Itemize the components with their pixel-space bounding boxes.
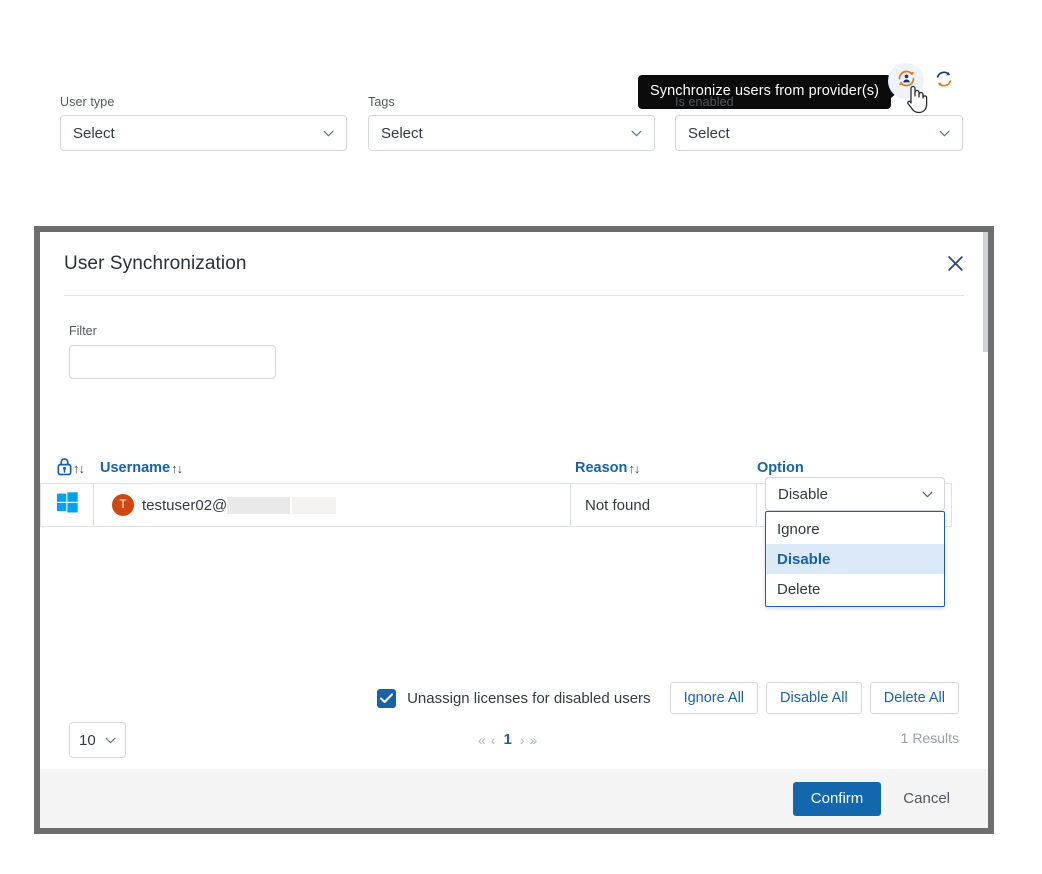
page-size-value: 10 — [79, 732, 96, 749]
column-header-username-label: Username — [100, 460, 170, 476]
refresh-icon — [934, 69, 954, 94]
filter-tags-label: Tags — [368, 95, 655, 109]
confirm-button[interactable]: Confirm — [793, 782, 882, 816]
option-select[interactable]: Disable — [765, 477, 945, 511]
check-icon — [380, 693, 393, 704]
close-icon[interactable] — [942, 250, 968, 276]
windows-logo-icon — [57, 492, 78, 518]
filter-user-type: User type Select — [60, 95, 347, 151]
dialog-filter-input[interactable] — [69, 345, 276, 379]
chevron-down-icon — [939, 130, 950, 137]
sort-arrows-provider[interactable]: ↑↓ — [73, 461, 84, 476]
page-root: Synchronize users from provider(s) — [0, 0, 1042, 874]
option-item-ignore[interactable]: Ignore — [766, 514, 944, 544]
dialog-footer: Confirm Cancel — [40, 769, 988, 828]
chevron-down-icon — [922, 491, 933, 498]
chevron-down-icon — [631, 130, 642, 137]
dialog-filter-field: Filter — [69, 324, 276, 379]
identity-provider-icon — [56, 457, 73, 480]
column-header-option: Option — [757, 460, 952, 476]
option-dropdown-menu: Ignore Disable Delete — [765, 511, 945, 607]
sort-arrows-username[interactable]: ↑↓ — [171, 461, 182, 476]
column-header-reason[interactable]: Reason ↑↓ — [575, 460, 757, 476]
redacted-domain-tail — [292, 497, 336, 514]
option-select-wrapper: Disable Ignore Disable Delete — [765, 477, 945, 511]
sync-users-table: ↑↓ Username ↑↓ Reason ↑↓ Option — [40, 453, 952, 527]
row-username-text: testuser02@ — [142, 497, 227, 514]
filter-is-enabled: Is enabled Select — [675, 95, 963, 151]
pager-last[interactable]: » — [529, 732, 537, 748]
dialog-filter-label: Filter — [69, 324, 276, 338]
filter-tags-value: Select — [381, 125, 423, 142]
dialog-scrollbar-thumb[interactable] — [983, 232, 988, 352]
filter-is-enabled-select[interactable]: Select — [675, 115, 963, 151]
pager-page-1[interactable]: 1 — [500, 731, 514, 748]
dialog-scrollbar[interactable] — [983, 232, 988, 828]
row-reason-cell: Not found — [570, 484, 756, 526]
filter-is-enabled-value: Select — [688, 125, 730, 142]
option-select-value: Disable — [778, 486, 828, 503]
dialog-body: Filter — [40, 296, 988, 782]
dialog-surface: User Synchronization Filter — [40, 232, 988, 828]
filter-is-enabled-label: Is enabled — [675, 95, 963, 109]
row-option-cell: Disable Ignore Disable Delete — [756, 484, 951, 526]
redacted-domain — [227, 497, 290, 514]
pagination: « ‹ 1 › » — [478, 731, 537, 748]
filter-user-type-value: Select — [73, 125, 115, 142]
top-toolbar: Synchronize users from provider(s) — [0, 32, 1042, 76]
chevron-down-icon — [105, 737, 116, 744]
page-size-select[interactable]: 10 — [69, 722, 126, 758]
chevron-down-icon — [323, 130, 334, 137]
table-row: T testuser02@ Not found Disable — [40, 483, 952, 527]
unassign-licenses-checkbox[interactable] — [377, 689, 396, 708]
cancel-button[interactable]: Cancel — [889, 782, 964, 816]
pager-next[interactable]: › — [520, 732, 525, 748]
option-item-disable[interactable]: Disable — [766, 544, 944, 574]
column-header-provider[interactable]: ↑↓ — [40, 457, 98, 480]
row-username-cell: T testuser02@ — [94, 484, 570, 526]
sort-arrows-reason[interactable]: ↑↓ — [628, 461, 639, 476]
pager-first[interactable]: « — [478, 732, 486, 748]
column-header-username[interactable]: Username ↑↓ — [98, 460, 575, 476]
unassign-licenses-label: Unassign licenses for disabled users — [407, 690, 650, 707]
avatar: T — [112, 494, 134, 516]
delete-all-button[interactable]: Delete All — [870, 682, 959, 714]
row-provider-cell — [41, 484, 94, 526]
filter-user-type-label: User type — [60, 95, 347, 109]
filter-tags: Tags Select — [368, 95, 655, 151]
bulk-actions: Unassign licenses for disabled users Ign… — [377, 682, 959, 714]
filter-user-type-select[interactable]: Select — [60, 115, 347, 151]
column-header-reason-label: Reason — [575, 460, 627, 476]
results-count: 1 Results — [901, 730, 959, 746]
dialog-header: User Synchronization — [40, 232, 988, 295]
ignore-all-button[interactable]: Ignore All — [670, 682, 758, 714]
disable-all-button[interactable]: Disable All — [766, 682, 862, 714]
filter-tags-select[interactable]: Select — [368, 115, 655, 151]
pager-prev[interactable]: ‹ — [491, 732, 496, 748]
sync-users-icon — [896, 68, 917, 94]
dialog-title: User Synchronization — [64, 253, 247, 275]
user-synchronization-dialog: User Synchronization Filter — [34, 226, 994, 834]
refresh-button[interactable] — [926, 63, 962, 99]
option-item-delete[interactable]: Delete — [766, 574, 944, 604]
column-header-option-label: Option — [757, 460, 804, 476]
sync-users-button[interactable] — [888, 63, 924, 99]
